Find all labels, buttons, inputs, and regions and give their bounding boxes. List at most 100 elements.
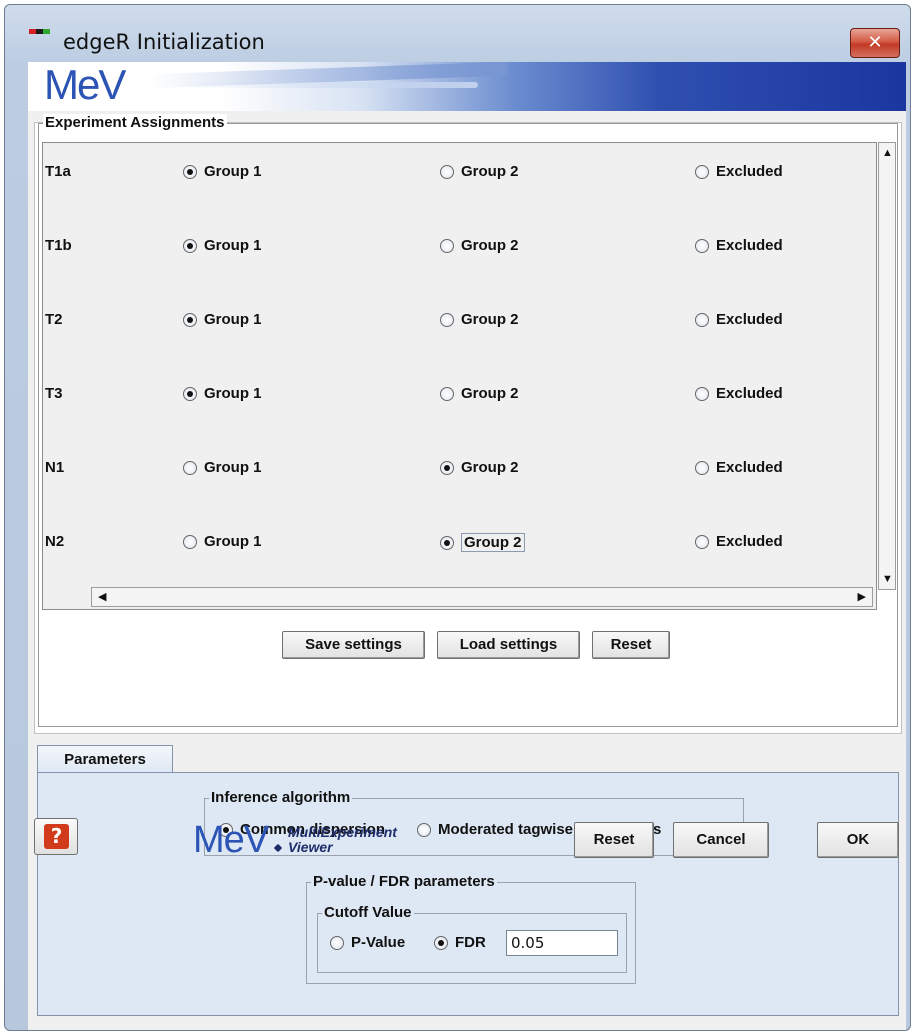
- radio-icon[interactable]: [695, 238, 709, 253]
- radio-icon[interactable]: [183, 164, 197, 179]
- radio-t1a-excluded[interactable]: Excluded: [695, 163, 783, 180]
- radio-t1b-group-2[interactable]: Group 2: [440, 237, 519, 254]
- inference-algorithm-title: Inference algorithm: [209, 789, 353, 806]
- radio-n1-excluded[interactable]: Excluded: [695, 459, 783, 476]
- parameters-panel: Inference algorithm Common dispersion Mo…: [37, 772, 899, 1016]
- radio-icon[interactable]: [183, 238, 197, 253]
- footer-logo-subtitle: MultiExperiment Viewer: [288, 825, 397, 855]
- cutoff-value-group: Cutoff Value P-Value FDR 0.05: [317, 904, 627, 973]
- vertical-scrollbar[interactable]: ▲ ▼: [878, 142, 896, 590]
- close-icon: ✕: [867, 32, 883, 53]
- radio-icon[interactable]: [695, 386, 709, 401]
- assignments-scroll-area[interactable]: T1a Group 1 Group 2 Excluded T1b Group 1 Group…: [42, 142, 877, 610]
- radio-icon[interactable]: [440, 460, 454, 475]
- radio-t3-group-2[interactable]: Group 2: [440, 385, 519, 402]
- load-settings-button[interactable]: Load settings: [437, 631, 580, 659]
- assignments-panel: Experiment Assignments T1a Group 1 Group 2…: [34, 114, 902, 734]
- left-arrow-icon[interactable]: ◀: [98, 590, 106, 604]
- dialog-window: edgeR Initialization ✕ MeV Experiment As…: [4, 4, 911, 1031]
- radio-icon[interactable]: [183, 386, 197, 401]
- row-label-n2: N2: [45, 533, 65, 550]
- radio-n2-excluded[interactable]: Excluded: [695, 533, 783, 550]
- radio-t1b-group-1[interactable]: Group 1: [183, 237, 262, 254]
- radio-label: Excluded: [716, 163, 783, 180]
- window-title: edgeR Initialization: [63, 30, 265, 54]
- reset-assignments-button[interactable]: Reset: [592, 631, 670, 659]
- radio-icon[interactable]: [440, 164, 454, 179]
- cutoff-value-input[interactable]: 0.05: [506, 930, 618, 956]
- radio-n2-group-2[interactable]: Group 2: [440, 533, 525, 552]
- radio-icon[interactable]: [440, 535, 454, 550]
- fdr-radio[interactable]: FDR: [434, 934, 486, 951]
- pvalue-fdr-group: P-value / FDR parameters Cutoff Value P-…: [306, 873, 636, 984]
- radio-icon[interactable]: [330, 935, 344, 950]
- up-arrow-icon[interactable]: ▲: [882, 146, 893, 160]
- radio-t2-excluded[interactable]: Excluded: [695, 311, 783, 328]
- radio-label: Group 1: [204, 237, 262, 254]
- radio-label: Group 1: [204, 163, 262, 180]
- row-label-t2: T2: [45, 311, 63, 328]
- footer-logo-sub-line1: MultiExperiment: [288, 824, 397, 840]
- tab-parameters[interactable]: Parameters: [37, 745, 173, 773]
- radio-t2-group-2[interactable]: Group 2: [440, 311, 519, 328]
- radio-icon[interactable]: [695, 312, 709, 327]
- radio-t3-group-1[interactable]: Group 1: [183, 385, 262, 402]
- radio-label: Excluded: [716, 533, 783, 550]
- radio-label: Group 2: [461, 163, 519, 180]
- row-label-t1a: T1a: [45, 163, 71, 180]
- banner-logo: MeV: [44, 62, 126, 108]
- radio-n1-group-1[interactable]: Group 1: [183, 459, 262, 476]
- radio-icon[interactable]: [440, 238, 454, 253]
- radio-n1-group-2[interactable]: Group 2: [440, 459, 519, 476]
- radio-label: Group 1: [204, 459, 262, 476]
- horizontal-scrollbar[interactable]: ◀ ▶: [91, 587, 873, 607]
- radio-label: Group 1: [204, 533, 262, 550]
- reset-button[interactable]: Reset: [574, 822, 654, 858]
- pvalue-fdr-title: P-value / FDR parameters: [311, 873, 497, 890]
- radio-label: Group 2: [461, 459, 519, 476]
- cutoff-value-title: Cutoff Value: [322, 904, 414, 921]
- row-label-t3: T3: [45, 385, 63, 402]
- radio-t3-excluded[interactable]: Excluded: [695, 385, 783, 402]
- radio-label: Group 1: [204, 385, 262, 402]
- radio-icon[interactable]: [440, 312, 454, 327]
- radio-icon[interactable]: [440, 386, 454, 401]
- radio-icon[interactable]: [183, 534, 197, 549]
- pvalue-label: P-Value: [351, 934, 406, 951]
- radio-icon[interactable]: [434, 935, 448, 950]
- down-arrow-icon[interactable]: ▼: [882, 572, 893, 586]
- ok-button[interactable]: OK: [817, 822, 899, 858]
- radio-t1b-excluded[interactable]: Excluded: [695, 237, 783, 254]
- save-settings-button[interactable]: Save settings: [282, 631, 425, 659]
- help-icon: ?: [44, 824, 69, 849]
- radio-label: Group 2: [461, 533, 525, 552]
- radio-icon[interactable]: [695, 534, 709, 549]
- radio-t1a-group-2[interactable]: Group 2: [440, 163, 519, 180]
- radio-t1a-group-1[interactable]: Group 1: [183, 163, 262, 180]
- close-button[interactable]: ✕: [850, 28, 900, 58]
- right-arrow-icon[interactable]: ▶: [858, 590, 866, 604]
- radio-t2-group-1[interactable]: Group 1: [183, 311, 262, 328]
- radio-icon[interactable]: [695, 164, 709, 179]
- radio-icon[interactable]: [417, 822, 431, 837]
- row-label-n1: N1: [45, 459, 65, 476]
- radio-label: Excluded: [716, 237, 783, 254]
- dialog-content: MeV Experiment Assignments T1a Group 1 Gro…: [28, 62, 906, 1030]
- radio-icon[interactable]: [183, 312, 197, 327]
- radio-label: Group 2: [461, 385, 519, 402]
- radio-label: Excluded: [716, 385, 783, 402]
- experiment-assignments-group: Experiment Assignments T1a Group 1 Group 2…: [38, 114, 898, 727]
- radio-label: Excluded: [716, 311, 783, 328]
- radio-label: Group 2: [461, 237, 519, 254]
- title-bar[interactable]: edgeR Initialization ✕: [5, 5, 910, 63]
- cancel-button[interactable]: Cancel: [673, 822, 769, 858]
- footer-logo-sub-line2: Viewer: [288, 839, 333, 855]
- radio-n2-group-1[interactable]: Group 1: [183, 533, 262, 550]
- radio-label: Group 2: [461, 311, 519, 328]
- radio-label: Group 1: [204, 311, 262, 328]
- help-button[interactable]: ?: [34, 818, 78, 855]
- pvalue-radio[interactable]: P-Value: [330, 934, 405, 951]
- radio-icon[interactable]: [183, 460, 197, 475]
- radio-icon[interactable]: [695, 460, 709, 475]
- mev-app-icon: [29, 29, 51, 37]
